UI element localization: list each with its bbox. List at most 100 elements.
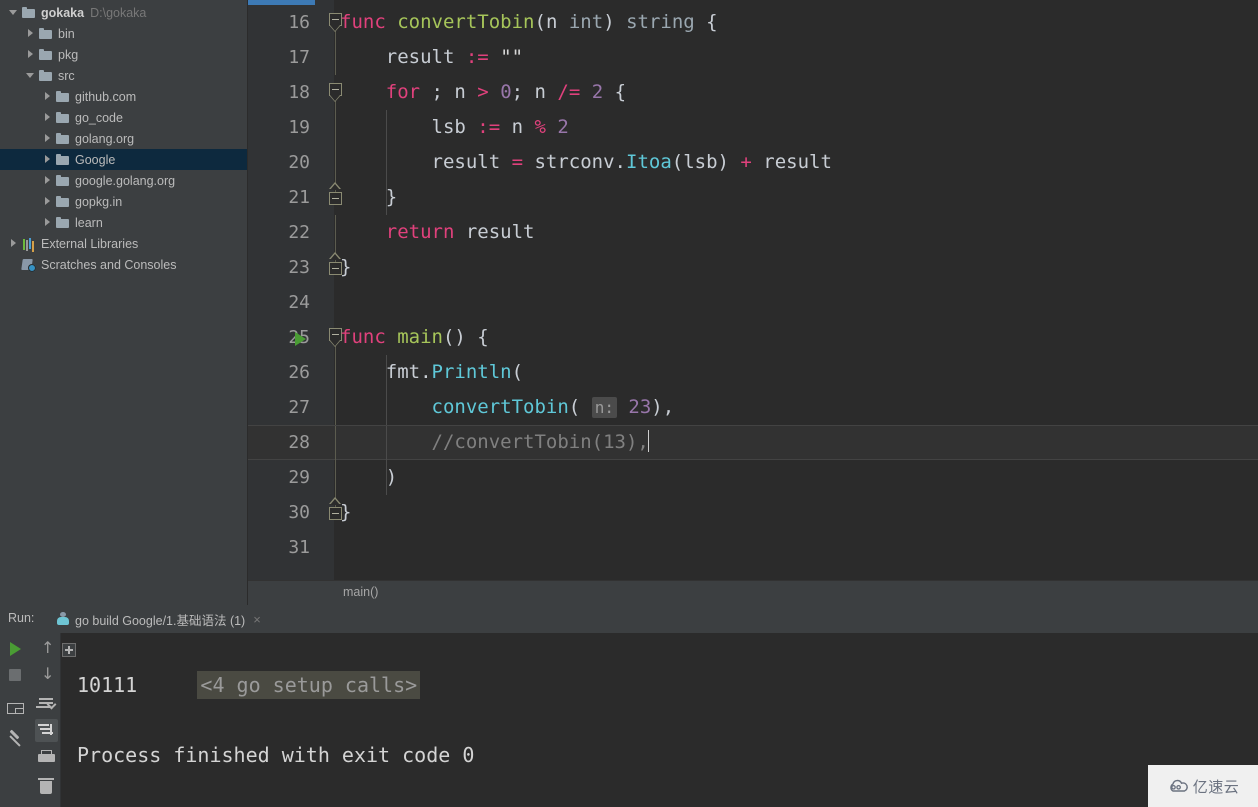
code-text: result = strconv.Itoa(lsb) + result [340,145,832,180]
up-button[interactable] [35,637,58,660]
token: for [385,81,421,103]
code-line[interactable]: 26 fmt.Println( [248,355,1258,390]
layout-button[interactable] [4,697,27,720]
chevron-right-icon[interactable] [42,191,55,212]
breadcrumb-item-main[interactable]: main() [343,585,378,599]
tree-item-bin[interactable]: bin [0,23,247,44]
fold-line [335,390,336,425]
console-output[interactable]: <4 go setup calls> 10111 Process finishe… [61,633,1258,807]
fold-line [335,145,336,180]
line-number: 29 [288,467,310,488]
stop-button[interactable] [4,664,27,687]
project-tree-panel[interactable]: gokaka D:\gokaka bin pkg src github.com go_cod… [0,0,248,605]
code-line[interactable]: 19 lsb := n % 2 [248,110,1258,145]
horizontal-scrollbar[interactable] [248,0,315,5]
tree-item-learn[interactable]: learn [0,212,247,233]
line-number: 16 [288,12,310,33]
token: n: [591,397,617,418]
tree-item-golang-org[interactable]: golang.org [0,128,247,149]
console-folded-line[interactable]: <4 go setup calls> [61,633,1258,699]
code-line[interactable]: 31 [248,530,1258,565]
token: func [340,326,386,348]
print-button[interactable] [35,747,58,770]
cloud-icon [1167,779,1189,793]
run-gutter-icon[interactable] [295,332,306,346]
watermark-text: 亿速云 [1192,777,1240,796]
tree-item-go-code[interactable]: go_code [0,107,247,128]
chevron-right-icon[interactable] [42,170,55,191]
scroll-to-end-button[interactable] [35,719,58,742]
code-line[interactable]: 18 for ; n > 0; n /= 2 { [248,75,1258,110]
top-area: gokaka D:\gokaka bin pkg src github.com go_cod… [0,0,1258,605]
tree-item-google-golang-org[interactable]: google.golang.org [0,170,247,191]
code-text: } [340,250,351,285]
expand-icon[interactable] [62,643,76,657]
run-toolbar-primary[interactable] [0,633,32,807]
tree-item-scratches-and-consoles[interactable]: Scratches and Consoles [0,254,247,275]
chevron-down-icon[interactable] [25,65,38,86]
token: := [465,46,489,68]
breadcrumb[interactable]: main() [248,580,1258,605]
code-line[interactable]: 27 convertTobin( n: 23), [248,390,1258,425]
line-number: 17 [288,47,310,68]
code-line[interactable]: 23} [248,250,1258,285]
tree-item-google[interactable]: Google [0,149,247,170]
code-line[interactable]: 17 result := "" [248,40,1258,75]
fold-gutter[interactable] [326,285,346,320]
editor-text-area[interactable]: 16 func convertTobin(n int) string {17 re… [248,5,1258,580]
soft-wrap-button[interactable] [35,692,58,715]
tree-item-github-com[interactable]: github.com [0,86,247,107]
folder-icon [55,215,71,231]
clear-all-button[interactable] [35,775,58,798]
code-text: convertTobin( n: 23), [340,390,674,425]
code-line[interactable]: 28 //convertTobin(13), [248,425,1258,461]
down-button[interactable] [35,663,58,686]
token: n [545,11,558,33]
chevron-right-icon[interactable] [42,86,55,107]
code-line[interactable]: 30} [248,495,1258,530]
code-line[interactable]: 24 [248,285,1258,320]
folder-icon [55,131,71,147]
tree-item-src[interactable]: src [0,65,247,86]
chevron-down-icon[interactable] [8,2,21,23]
chevron-right-icon[interactable] [8,233,21,254]
run-toolbar-secondary[interactable] [31,633,61,807]
code-line[interactable]: 29 ) [248,460,1258,495]
code-editor[interactable]: 16 func convertTobin(n int) string {17 re… [248,0,1258,605]
tree-item-label: External Libraries [41,236,139,251]
token: Itoa [626,151,672,173]
chevron-right-icon[interactable] [25,23,38,44]
chevron-right-icon[interactable] [42,212,55,233]
token: () { [442,326,489,348]
rerun-button[interactable] [4,637,27,660]
tree-item-external-libraries[interactable]: External Libraries [0,233,247,254]
chevron-right-icon[interactable] [42,107,55,128]
code-line[interactable]: 16 func convertTobin(n int) string { [248,5,1258,40]
token: fmt. [340,361,432,383]
code-line[interactable]: 22 return result [248,215,1258,250]
close-icon[interactable]: × [253,613,261,626]
token: convertTobin [397,11,535,33]
pin-tab-button[interactable] [4,730,27,753]
token: ) [603,11,627,33]
chevron-right-icon[interactable] [42,149,55,170]
token: 2 [557,116,569,138]
code-line[interactable]: 21 } [248,180,1258,215]
tree-item-label: Google [75,152,116,167]
tree-item-gokaka[interactable]: gokaka D:\gokaka [0,2,247,23]
fold-gutter[interactable] [326,530,346,565]
tree-item-gopkg-in[interactable]: gopkg.in [0,191,247,212]
code-line[interactable]: 25 func main() { [248,320,1258,355]
project-tree[interactable]: gokaka D:\gokaka bin pkg src github.com go_cod… [0,0,247,275]
run-configuration-tab[interactable]: go build Google/1.基础语法 (1) × [52,605,267,635]
chevron-right-icon[interactable] [42,128,55,149]
folder-icon [38,47,54,63]
code-text: fmt.Println( [340,355,523,390]
tree-item-pkg[interactable]: pkg [0,44,247,65]
code-text: return result [340,215,535,250]
code-line[interactable]: 20 result = strconv.Itoa(lsb) + result [248,145,1258,180]
fold-line [335,426,336,461]
chevron-right-icon[interactable] [25,44,38,65]
tree-item-label: pkg [58,47,79,62]
